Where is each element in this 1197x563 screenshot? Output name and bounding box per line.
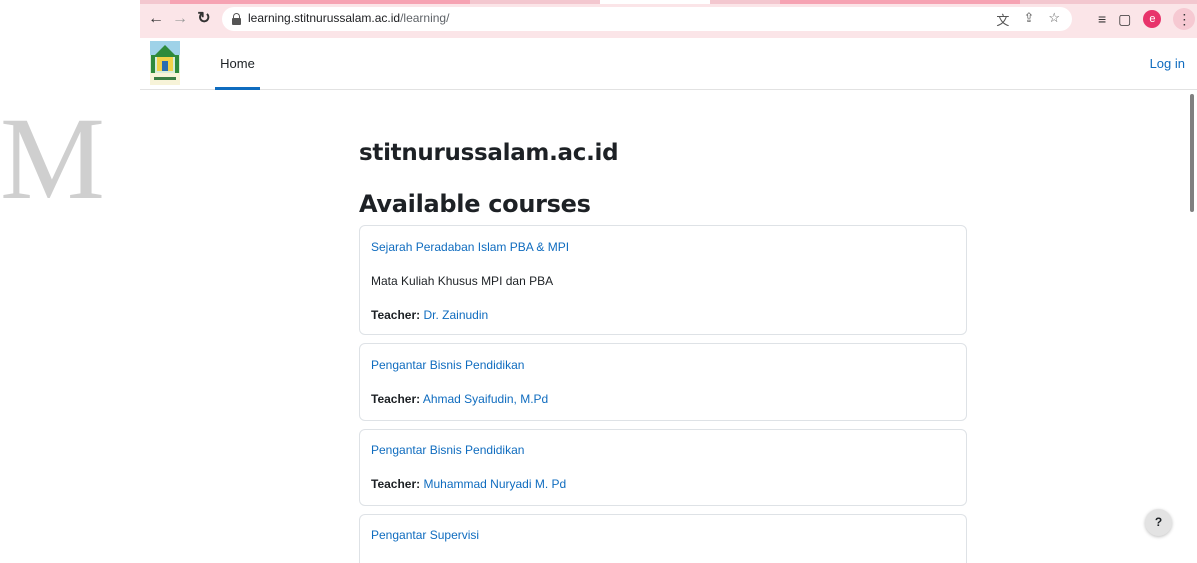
lock-icon[interactable]: [232, 13, 241, 25]
course-name-link[interactable]: Pengantar Supervisi: [371, 528, 479, 542]
teacher-name-link[interactable]: Muhammad Nuryadi M. Pd: [423, 477, 566, 491]
share-icon[interactable]: ⇪: [1023, 10, 1034, 29]
course-name-link[interactable]: Pengantar Bisnis Pendidikan: [371, 358, 524, 372]
course-card: Pengantar Bisnis Pendidikan Teacher: Muh…: [359, 429, 967, 506]
teacher-name-link[interactable]: Ahmad Syaifudin, M.Pd: [423, 392, 548, 406]
scrollbar-thumb[interactable]: [1190, 94, 1194, 212]
reload-icon[interactable]: ↻: [194, 9, 214, 29]
url-host: learning.stitnurussalam.ac.id: [248, 11, 401, 25]
browser-toolbar: ← → ↻ learning.stitnurussalam.ac.id/lear…: [140, 0, 1197, 38]
teacher-name-link[interactable]: Dr. Zainudin: [423, 308, 488, 322]
watermark-text: M: [0, 100, 105, 220]
nav-home-tab[interactable]: Home: [215, 38, 260, 90]
course-card: Pengantar Supervisi: [359, 514, 967, 563]
login-link[interactable]: Log in: [1150, 56, 1185, 71]
translate-icon[interactable]: 文: [996, 10, 1009, 29]
course-name-link[interactable]: Pengantar Bisnis Pendidikan: [371, 443, 524, 457]
site-logo[interactable]: [150, 41, 180, 85]
watermark: M: [0, 100, 140, 220]
omnibox-actions: 文 ⇪ ☆: [996, 10, 1060, 29]
toolbar-right: ≡ ▢ e ⋮: [1098, 8, 1196, 30]
tab-active[interactable]: [600, 0, 710, 4]
page-scrollbar[interactable]: [1187, 90, 1197, 563]
course-card: Pengantar Bisnis Pendidikan Teacher: Ahm…: [359, 343, 967, 421]
profile-avatar[interactable]: e: [1143, 10, 1162, 28]
course-teacher: Teacher: Dr. Zainudin: [371, 308, 488, 322]
course-name-link[interactable]: Sejarah Peradaban Islam PBA & MPI: [371, 240, 569, 254]
address-bar[interactable]: learning.stitnurussalam.ac.id/learning/ …: [222, 7, 1072, 31]
teacher-label: Teacher:: [371, 477, 421, 491]
page: M ← → ↻ learning.stitnurussalam.ac.id/le…: [0, 0, 1197, 563]
chrome-menu-icon[interactable]: ⋮: [1173, 8, 1196, 30]
site-title: stitnurussalam.ac.id: [359, 140, 619, 166]
course-teacher: Teacher: Muhammad Nuryadi M. Pd: [371, 477, 566, 491]
course-card: Sejarah Peradaban Islam PBA & MPI Mata K…: [359, 225, 967, 335]
tab-inactive[interactable]: [780, 0, 1020, 4]
side-panel-icon[interactable]: ▢: [1118, 11, 1131, 28]
teacher-label: Teacher:: [371, 392, 421, 406]
url-path: /learning/: [400, 11, 450, 25]
back-arrow-icon[interactable]: ←: [146, 9, 166, 29]
tab-inactive[interactable]: [170, 0, 470, 4]
teacher-label: Teacher:: [371, 308, 421, 322]
site-navbar: Home Log in: [140, 38, 1197, 90]
bookmark-star-icon[interactable]: ☆: [1048, 10, 1060, 29]
available-courses-heading: Available courses: [359, 190, 591, 218]
course-teacher: Teacher: Ahmad Syaifudin, M.Pd: [371, 392, 548, 406]
reading-list-icon[interactable]: ≡: [1098, 11, 1106, 27]
course-summary: Mata Kuliah Khusus MPI dan PBA: [371, 274, 554, 288]
forward-arrow-icon[interactable]: →: [170, 9, 190, 29]
url-text[interactable]: learning.stitnurussalam.ac.id/learning/: [248, 11, 449, 25]
tab-strip: [140, 0, 1197, 4]
help-button[interactable]: ?: [1145, 509, 1172, 536]
